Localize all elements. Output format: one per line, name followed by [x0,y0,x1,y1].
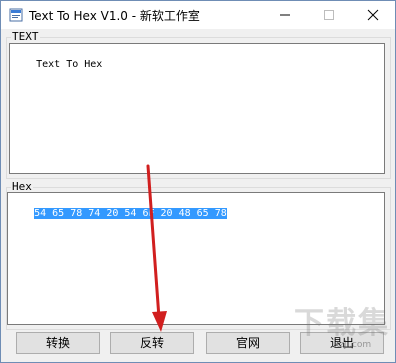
app-icon [8,7,24,23]
maximize-button[interactable] [307,1,351,29]
window-title: Text To Hex V1.0 - 新软工作室 [29,9,200,23]
close-icon [367,9,379,21]
convert-button[interactable]: 转换 [16,332,100,354]
website-button[interactable]: 官网 [206,332,290,354]
reverse-button[interactable]: 反转 [110,332,194,354]
title-bar[interactable]: Text To Hex V1.0 - 新软工作室 [1,1,395,29]
watermark: 下载集 xzji.com [290,296,390,356]
hex-output-content: 54 65 78 74 20 54 6F 20 48 65 78 [34,208,227,219]
text-group-label: TEXT [11,30,40,43]
close-button[interactable] [351,1,395,29]
minimize-icon [280,14,290,16]
text-input-content: Text To Hex [36,59,103,70]
maximize-icon [324,10,334,20]
text-input[interactable]: Text To Hex [9,43,385,174]
minimize-button[interactable] [263,1,307,29]
watermark-url: xzji.com [334,340,372,350]
watermark-logo: 下载集 [294,306,390,341]
